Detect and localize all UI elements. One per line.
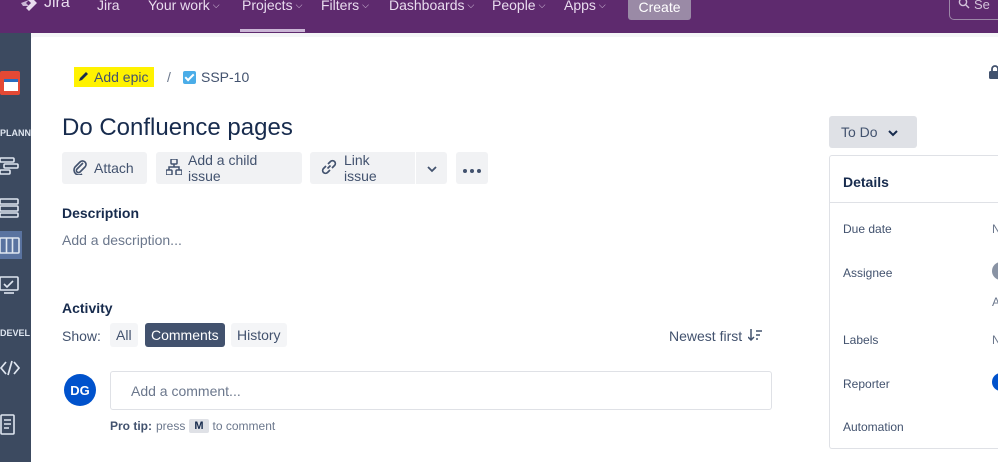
add-child-label: Add a child issue <box>188 152 258 184</box>
status-label: To Do <box>841 124 878 140</box>
chevron-down-icon: ⌵ <box>538 0 546 10</box>
more-actions-button[interactable] <box>456 152 488 184</box>
description-heading: Description <box>62 205 140 221</box>
filter-all-button[interactable]: All <box>110 323 138 347</box>
pro-tip-label: Pro tip: <box>110 419 152 433</box>
sidebar-section-development: DEVEL <box>0 328 31 338</box>
link-icon <box>320 158 338 179</box>
nav-item-your-work[interactable]: Your work ⌵ <box>148 0 220 13</box>
nav-item-label: Dashboards <box>389 0 465 13</box>
link-issue-label: Link issue <box>344 152 377 184</box>
filter-history-button[interactable]: History <box>231 323 287 347</box>
reports-icon[interactable] <box>0 276 20 296</box>
labels-value[interactable]: N <box>992 333 998 347</box>
pro-tip-press: press <box>156 419 186 433</box>
code-icon[interactable] <box>0 358 21 378</box>
create-button[interactable]: Create <box>628 0 691 20</box>
status-dropdown[interactable]: To Do <box>829 116 917 148</box>
backlog-icon[interactable] <box>0 198 20 218</box>
nav-item-label: Apps <box>564 0 596 13</box>
nav-item-people[interactable]: People ⌵ <box>492 0 545 13</box>
comment-placeholder: Add a comment... <box>131 382 241 399</box>
avatar: DG <box>64 374 96 406</box>
chevron-down-icon: ⌵ <box>362 0 369 10</box>
nav-item-label: People <box>492 0 536 13</box>
reporter-avatar[interactable] <box>992 373 998 391</box>
details-divider <box>830 202 998 203</box>
link-issue-button[interactable]: Link issue <box>310 152 415 184</box>
jira-logo[interactable]: Jira <box>20 0 70 12</box>
nav-item-label: Your work <box>148 0 210 13</box>
add-epic-button[interactable]: Add epic <box>74 67 155 87</box>
chevron-down-icon <box>426 160 437 176</box>
nav-item-dashboards[interactable]: Dashboards ⌵ <box>389 0 474 13</box>
chevron-down-icon <box>887 124 898 140</box>
show-label: Show: <box>62 328 101 344</box>
issue-key: SSP-10 <box>201 69 250 85</box>
project-avatar-icon[interactable] <box>0 71 20 95</box>
field-label-assignee: Assignee <box>843 266 893 280</box>
issue-title[interactable]: Do Confluence pages <box>62 114 293 142</box>
attach-label: Attach <box>94 160 134 176</box>
details-heading[interactable]: Details <box>843 174 889 190</box>
jira-logo-icon <box>20 0 38 12</box>
field-label-labels: Labels <box>843 333 879 347</box>
add-epic-label: Add epic <box>94 69 149 85</box>
due-date-value[interactable]: N <box>992 222 998 236</box>
sort-descending-icon <box>747 328 763 344</box>
nav-item-projects[interactable]: Projects ⌵ <box>242 0 302 13</box>
search-icon <box>958 0 970 12</box>
comment-input[interactable]: Add a comment... <box>110 371 772 410</box>
pencil-icon <box>78 69 90 85</box>
nav-item-label: Jira <box>97 0 120 13</box>
nav-item-label: Filters <box>321 0 360 13</box>
more-icon <box>463 160 481 176</box>
chevron-down-icon: ⌵ <box>467 0 475 10</box>
keyboard-shortcut-key: M <box>189 419 209 433</box>
roadmap-icon[interactable] <box>0 156 20 176</box>
add-child-issue-button[interactable]: Add a child issue <box>156 152 302 184</box>
nav-item-jira[interactable]: Jira <box>97 0 120 13</box>
chevron-down-icon: ⌵ <box>212 0 220 10</box>
breadcrumb-separator: / <box>167 69 171 85</box>
paperclip-icon <box>72 159 88 178</box>
field-label-reporter: Reporter <box>843 377 890 391</box>
search-input[interactable]: Se <box>949 0 998 20</box>
nav-item-filters[interactable]: Filters ⌵ <box>321 0 369 13</box>
top-navigation: Jira Jira Your work ⌵ Projects ⌵ Filters ⌵ … <box>0 0 998 33</box>
board-icon[interactable] <box>0 236 20 256</box>
pro-tip: Pro tip: press M to comment <box>110 419 275 433</box>
sidebar-section-planning: PLANN <box>0 128 31 138</box>
active-nav-indicator <box>240 29 305 32</box>
field-label-automation: Automation <box>843 420 904 434</box>
details-panel: Details Due date N Assignee A Labels N R… <box>829 155 998 449</box>
logo-text: Jira <box>44 0 70 11</box>
nav-item-label: Projects <box>242 0 293 13</box>
pro-tip-rest: to comment <box>212 419 276 433</box>
filter-comments-button[interactable]: Comments <box>145 323 225 347</box>
description-field[interactable]: Add a description... <box>62 232 182 248</box>
pages-icon[interactable] <box>0 414 20 435</box>
chevron-down-icon: ⌵ <box>295 0 303 10</box>
task-type-icon <box>183 70 196 84</box>
field-label-due-date: Due date <box>843 222 892 236</box>
search-placeholder: Se <box>974 0 990 12</box>
sort-order-button[interactable]: Newest first <box>669 328 763 344</box>
hierarchy-icon <box>165 157 183 178</box>
assignee-value[interactable]: A <box>992 295 998 309</box>
link-issue-dropdown-button[interactable] <box>416 152 447 184</box>
issue-detail-modal: Add epic / SSP-10 Do Confluence pages At… <box>31 37 998 462</box>
nav-item-apps[interactable]: Apps ⌵ <box>564 0 606 13</box>
chevron-down-icon: ⌵ <box>598 0 606 10</box>
attach-button[interactable]: Attach <box>62 152 147 184</box>
activity-heading: Activity <box>62 300 113 316</box>
lock-icon[interactable] <box>989 65 998 79</box>
assignee-avatar[interactable] <box>992 262 998 280</box>
sort-label: Newest first <box>669 328 743 344</box>
project-sidebar: PLANN DEVEL <box>0 33 31 462</box>
issue-key-link[interactable]: SSP-10 <box>183 69 249 85</box>
